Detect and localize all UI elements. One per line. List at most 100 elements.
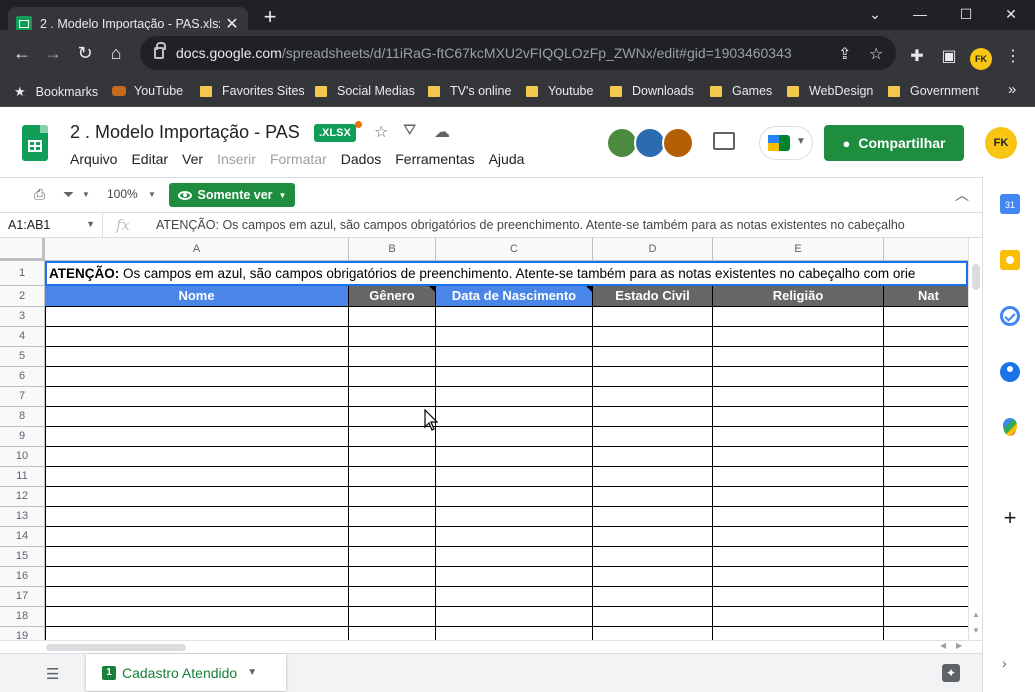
sheets-logo-icon[interactable]: [22, 125, 48, 161]
view-only-button[interactable]: Somente ver ▼: [169, 183, 295, 207]
menu-kebab-icon[interactable]: ⋮: [1003, 46, 1023, 66]
spreadsheet-grid[interactable]: A B C D E 1 2 3 4 5 6 7 8 9 10 11 12 13 14 15 16 17 18 19 …: [0, 238, 968, 640]
chevron-up-icon[interactable]: ︿: [955, 185, 969, 205]
menu-arquivo[interactable]: Arquivo: [70, 151, 117, 167]
scroll-up-icon[interactable]: ▲: [972, 610, 980, 619]
doc-title[interactable]: 2 . Modelo Importação - PAS: [70, 122, 300, 143]
note-indicator-icon[interactable]: [586, 286, 592, 292]
contacts-icon[interactable]: [1000, 362, 1020, 382]
row-header[interactable]: 4: [0, 327, 45, 347]
bookmark-games[interactable]: Games: [710, 84, 772, 98]
column-header-b[interactable]: B: [349, 238, 436, 261]
star-icon[interactable]: ☆: [374, 122, 388, 142]
row-header[interactable]: 2: [0, 286, 45, 307]
address-bar[interactable]: docs.google.com/spreadsheets/d/11iRaG-ft…: [140, 36, 896, 70]
bookmark-bookmarks[interactable]: ★ Bookmarks: [14, 84, 98, 100]
column-header-f[interactable]: [884, 238, 968, 261]
data-rows[interactable]: [45, 307, 968, 640]
chevron-right-icon[interactable]: ›: [1002, 655, 1007, 671]
menu-formatar[interactable]: Formatar: [270, 151, 327, 167]
comment-history-icon[interactable]: [713, 132, 735, 150]
chevron-down-icon[interactable]: ▼: [247, 667, 257, 678]
header-cell-estado-civil[interactable]: Estado Civil: [593, 286, 713, 307]
row-header[interactable]: 5: [0, 347, 45, 367]
bookmark-favorites-sites[interactable]: Favorites Sites: [200, 84, 305, 98]
more-bookmarks-button[interactable]: »: [1008, 81, 1016, 98]
maximize-button[interactable]: ☐: [951, 2, 981, 26]
header-cell-religiao[interactable]: Religião: [713, 286, 884, 307]
row-header[interactable]: 17: [0, 587, 45, 607]
row-header[interactable]: 7: [0, 387, 45, 407]
collaborator-avatar[interactable]: [662, 127, 694, 159]
lock-icon[interactable]: [154, 42, 166, 59]
add-addon-icon[interactable]: +: [1000, 505, 1020, 531]
calendar-icon[interactable]: 31: [1000, 194, 1020, 214]
forward-button[interactable]: →: [41, 43, 65, 63]
extensions-icon[interactable]: ✚: [907, 46, 927, 66]
share-button[interactable]: ● Compartilhar: [824, 125, 964, 161]
row-header[interactable]: 8: [0, 407, 45, 427]
move-icon[interactable]: ⛛: [403, 122, 416, 140]
bookmark-youtube-folder[interactable]: Youtube: [526, 84, 593, 98]
row-header[interactable]: 13: [0, 507, 45, 527]
column-header-e[interactable]: E: [713, 238, 884, 261]
keep-icon[interactable]: [1000, 250, 1020, 270]
menu-ferramentas[interactable]: Ferramentas: [395, 151, 474, 167]
row-header[interactable]: 14: [0, 527, 45, 547]
user-avatar[interactable]: FK: [985, 127, 1017, 159]
row-header[interactable]: 3: [0, 307, 45, 327]
scroll-right-icon[interactable]: ▶: [956, 641, 962, 650]
tasks-icon[interactable]: [1000, 306, 1020, 326]
share-page-icon[interactable]: ⇪: [838, 44, 851, 64]
column-header-d[interactable]: D: [593, 238, 713, 261]
attention-row[interactable]: ATENÇÃO: Os campos em azul, são campos o…: [45, 261, 968, 286]
column-header-a[interactable]: A: [45, 238, 349, 261]
zoom-select[interactable]: 100%: [107, 187, 138, 201]
row-header[interactable]: 15: [0, 547, 45, 567]
profile-avatar[interactable]: FK: [970, 48, 992, 70]
row-header[interactable]: 16: [0, 567, 45, 587]
horizontal-scroll-thumb[interactable]: [46, 644, 186, 651]
maps-icon[interactable]: [1003, 418, 1017, 436]
menu-dados[interactable]: Dados: [341, 151, 381, 167]
tab-search-icon[interactable]: ⌄: [860, 2, 890, 26]
close-window-button[interactable]: ✕: [996, 2, 1026, 26]
new-tab-button[interactable]: +: [258, 4, 282, 30]
header-cell-nat[interactable]: Nat: [884, 286, 968, 307]
chevron-down-icon[interactable]: ▼: [148, 190, 156, 199]
reload-button[interactable]: ↻: [73, 43, 97, 63]
select-all-corner[interactable]: [0, 238, 45, 261]
all-sheets-icon[interactable]: ☰: [46, 665, 59, 683]
row-header[interactable]: 12: [0, 487, 45, 507]
chevron-down-icon[interactable]: ▼: [82, 190, 90, 199]
filter-icon[interactable]: ⏷: [63, 186, 74, 203]
header-cell-genero[interactable]: Gênero: [349, 286, 436, 307]
vertical-scrollbar[interactable]: ▲ ▼: [968, 238, 982, 640]
row-header[interactable]: 6: [0, 367, 45, 387]
bookmark-webdesign[interactable]: WebDesign: [787, 84, 873, 98]
row-header[interactable]: 19: [0, 627, 45, 640]
menu-inserir[interactable]: Inserir: [217, 151, 256, 167]
scroll-down-icon[interactable]: ▼: [972, 626, 980, 635]
menu-ajuda[interactable]: Ajuda: [489, 151, 525, 167]
meet-button[interactable]: ▼: [759, 126, 813, 160]
row-header[interactable]: 11: [0, 467, 45, 487]
column-header-c[interactable]: C: [436, 238, 593, 261]
formula-input[interactable]: ATENÇÃO: Os campos em azul, são campos o…: [156, 218, 905, 232]
side-panel-icon[interactable]: ▣: [939, 46, 959, 66]
menu-ver[interactable]: Ver: [182, 151, 203, 167]
back-button[interactable]: ←: [10, 43, 34, 63]
bookmark-youtube[interactable]: YouTube: [112, 84, 183, 98]
sheet-tab-cadastro-atendido[interactable]: 1 Cadastro Atendido ▼: [86, 654, 286, 691]
bookmark-social-medias[interactable]: Social Medias: [315, 84, 415, 98]
row-header[interactable]: 1: [0, 261, 45, 286]
explore-icon[interactable]: ✦: [942, 664, 960, 682]
home-button[interactable]: ⌂: [104, 43, 128, 63]
cloud-status-icon[interactable]: ☁: [434, 122, 450, 142]
note-indicator-icon[interactable]: [429, 286, 435, 292]
bookmark-star-icon[interactable]: ☆: [869, 44, 883, 64]
row-header[interactable]: 9: [0, 427, 45, 447]
bookmark-downloads[interactable]: Downloads: [610, 84, 694, 98]
menu-editar[interactable]: Editar: [131, 151, 168, 167]
row-header[interactable]: 10: [0, 447, 45, 467]
